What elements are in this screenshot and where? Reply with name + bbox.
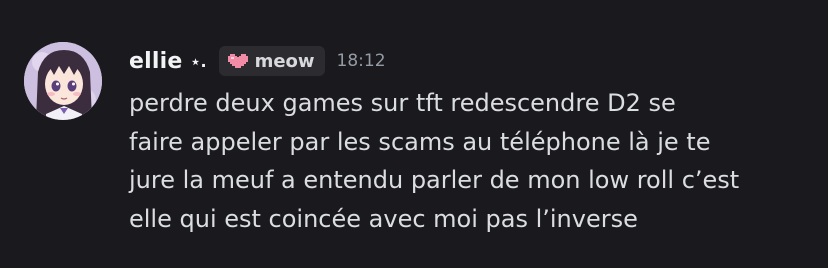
- anime-girl-avatar-icon: [24, 42, 102, 120]
- username[interactable]: ellie: [129, 49, 182, 74]
- server-tag[interactable]: meow: [218, 46, 325, 76]
- message-content: perdre deux games sur tft redescendre D2…: [129, 84, 809, 238]
- pink-heart-icon: [227, 54, 248, 68]
- chat-message: ellie ⋆. meow 18:12 perdre deux games su…: [0, 0, 828, 268]
- message-line: perdre deux games sur tft redescendre D2…: [129, 89, 676, 117]
- timestamp[interactable]: 18:12: [337, 51, 386, 71]
- message-line: faire appeler par les scams au téléphone…: [129, 127, 711, 156]
- message-line: elle qui est coincée avec moi pas l’inve…: [129, 204, 638, 233]
- message-line: jure la meuf a entendu parler de mon low…: [129, 166, 740, 194]
- message-header: ellie ⋆. meow 18:12: [129, 44, 386, 78]
- tag-label: meow: [254, 50, 315, 72]
- avatar[interactable]: [24, 42, 102, 120]
- name-decoration: ⋆.: [190, 51, 207, 71]
